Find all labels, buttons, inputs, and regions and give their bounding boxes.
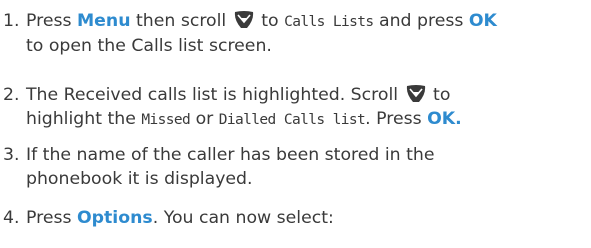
step-number: 3. — [3, 145, 20, 165]
nav-scroll-key-icon — [406, 85, 425, 102]
step-3-line-1: 3. If the name of the caller has been sto… — [0, 143, 591, 167]
display-text-missed: Missed — [141, 112, 191, 128]
step-text: and press — [373, 11, 469, 31]
step-2-line-1: 2. The Received calls list is highlighted… — [0, 83, 591, 107]
menu-key-label: Menu — [76, 11, 131, 31]
ok-key-label: OK — [468, 11, 497, 31]
step-text: to — [427, 85, 451, 105]
step-4: 4. Press Options. You can now select: — [0, 206, 591, 230]
instruction-document: 1. Press Menu then scroll to Calls Lists … — [0, 0, 591, 248]
step-2-line-2: highlight the Missed or Dialled Calls li… — [0, 107, 591, 132]
step-number: 1. — [3, 11, 20, 31]
display-text-calls-lists: Calls Lists — [284, 14, 374, 30]
step-1-line-2: to open the Calls list screen. — [26, 36, 272, 56]
step-3-line-2: phonebook it is displayed. — [26, 169, 253, 189]
step-text: to — [255, 11, 285, 31]
step-3: 3. If the name of the caller has been sto… — [0, 143, 591, 191]
step-text: then scroll — [130, 11, 232, 31]
step-text: highlight the — [26, 109, 142, 129]
step-text: The Received calls list is highlighted. … — [26, 85, 404, 105]
options-key-label: Options — [76, 208, 153, 228]
step-1-line-1: 1. Press Menu then scroll to Calls Lists … — [0, 9, 591, 34]
step-4-line-1: 4. Press Options. You can now select: — [0, 206, 591, 230]
step-number: 2. — [3, 85, 20, 105]
step-text: . Press — [365, 109, 428, 129]
step-text: Press — [26, 208, 77, 228]
step-text: . You can now select: — [152, 208, 334, 228]
ok-key-label: OK. — [427, 109, 462, 129]
step-text: If the name of the caller has been store… — [26, 145, 435, 165]
step-1: 1. Press Menu then scroll to Calls Lists … — [0, 9, 591, 58]
step-2: 2. The Received calls list is highlighted… — [0, 83, 591, 132]
nav-scroll-key-icon — [234, 11, 253, 28]
display-text-dialled-calls-list: Dialled Calls list — [218, 112, 366, 128]
step-text: or — [190, 109, 219, 129]
step-number: 4. — [3, 208, 20, 228]
step-text: Press — [26, 11, 77, 31]
